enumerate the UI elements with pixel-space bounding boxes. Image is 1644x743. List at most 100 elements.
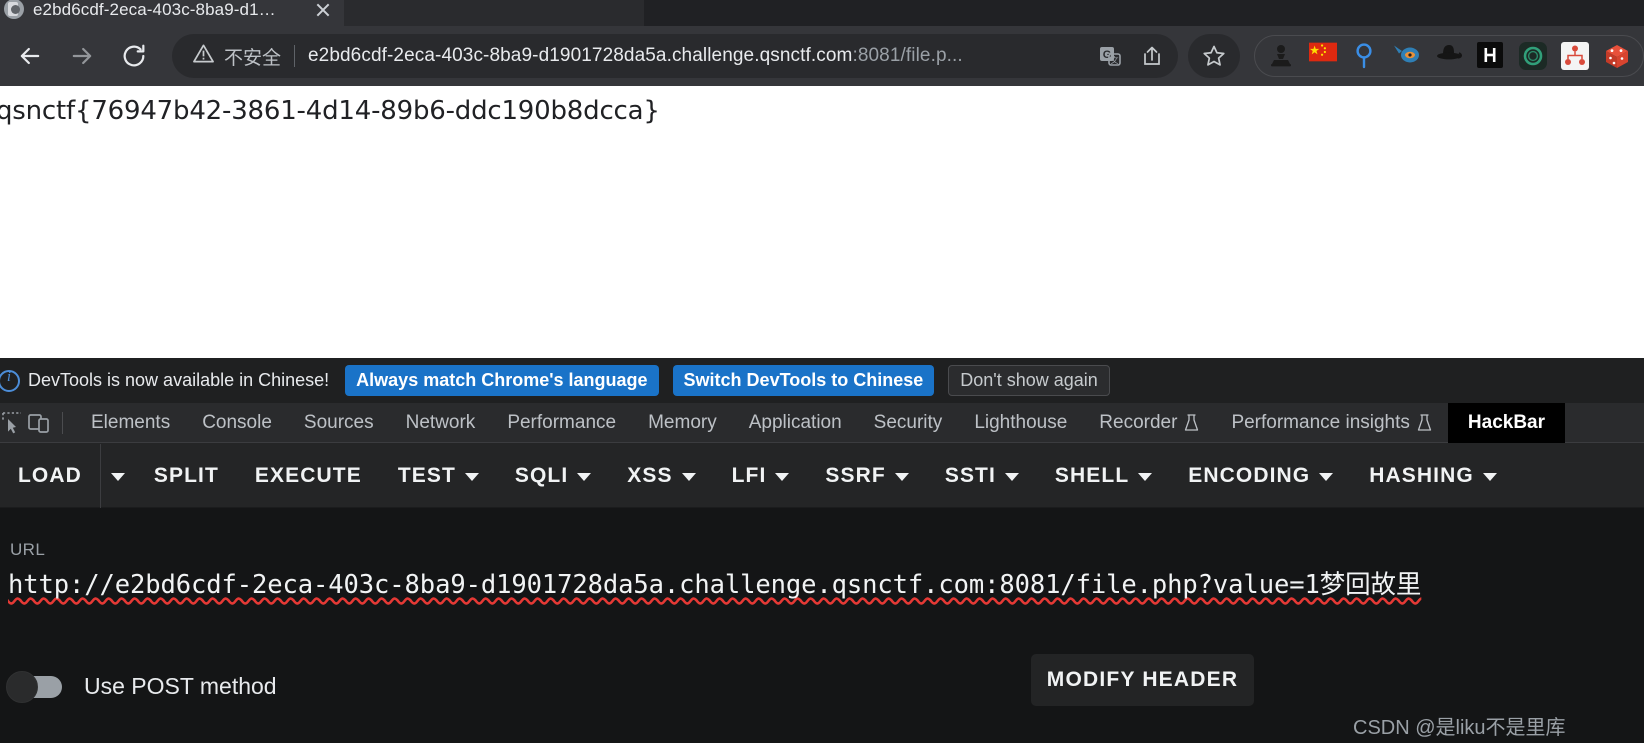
tab-performance-insights[interactable]: Performance insights: [1215, 403, 1447, 443]
black-hat-icon[interactable]: [1435, 42, 1463, 70]
china-flag-icon[interactable]: [1309, 42, 1337, 70]
button-label: HASHING: [1369, 463, 1474, 487]
tab-network[interactable]: Network: [390, 403, 492, 443]
chevron-down-icon: [894, 473, 909, 481]
chevron-down-icon: [1482, 473, 1497, 481]
toggle-knob: [6, 670, 38, 703]
hackbar-execute-button[interactable]: EXECUTE: [237, 444, 380, 508]
hackbar-ssrf-button[interactable]: SSRF: [807, 444, 926, 508]
modify-header-button[interactable]: MODIFY HEADER: [1031, 654, 1254, 706]
tab-label: Application: [748, 411, 842, 433]
green-ring-icon[interactable]: [1519, 42, 1547, 70]
tab-console[interactable]: Console: [186, 403, 288, 443]
info-circle-icon: [0, 369, 20, 392]
chevron-down-icon: [464, 473, 479, 481]
hackbar-hashing-button[interactable]: HASHING: [1351, 444, 1515, 508]
toggle-track[interactable]: [6, 670, 62, 703]
chess-pawn-icon[interactable]: [1267, 42, 1295, 70]
infobar-message: DevTools is now available in Chinese!: [28, 370, 330, 390]
button-label: LFI: [731, 463, 767, 487]
tab-memory[interactable]: Memory: [632, 403, 733, 443]
tab-lighthouse[interactable]: Lighthouse: [958, 403, 1083, 443]
tab-security[interactable]: Security: [858, 403, 959, 443]
devtools-panel: DevTools is now available in Chinese! Al…: [0, 358, 1644, 743]
security-status-label: 不安全: [224, 47, 282, 69]
button-label: SHELL: [1054, 463, 1130, 487]
hackbar-lfi-button[interactable]: LFI: [714, 444, 808, 508]
tab-label: Elements: [91, 411, 171, 433]
hackbar-load-button[interactable]: LOAD: [0, 444, 100, 508]
hackbar-shell-button[interactable]: SHELL: [1037, 444, 1170, 508]
svg-text:文: 文: [1111, 55, 1119, 65]
experiment-flask-icon: [1417, 414, 1432, 431]
switch-devtools-to-chinese-button[interactable]: Switch DevTools to Chinese: [672, 365, 935, 396]
chevron-down-icon: [111, 473, 126, 481]
button-label: XSS: [627, 463, 673, 487]
hackbar-test-button[interactable]: TEST: [380, 444, 497, 508]
close-icon[interactable]: [312, 0, 334, 21]
hackbar-h-icon[interactable]: [1477, 42, 1505, 70]
tab-strip: e2bd6cdf-2eca-403c-8ba9-d1…: [0, 0, 1644, 26]
eye-paddle-icon[interactable]: [1393, 42, 1421, 70]
tab-label: Security: [873, 411, 943, 433]
tab-label: Recorder: [1099, 411, 1178, 433]
dont-show-again-button[interactable]: Don't show again: [948, 365, 1110, 396]
tab-label: HackBar: [1467, 411, 1546, 433]
balloon-pin-icon[interactable]: [1351, 42, 1379, 70]
hackbar-split-button[interactable]: SPLIT: [136, 444, 237, 508]
hackbar-url-panel: URL http://e2bd6cdf-2eca-403c-8ba9-d1901…: [0, 508, 1644, 633]
omnibox-url[interactable]: e2bd6cdf-2eca-403c-8ba9-d1901728da5a.cha…: [308, 45, 1086, 67]
omnibox-url-host: e2bd6cdf-2eca-403c-8ba9-d1901728da5a.cha…: [308, 45, 853, 66]
chevron-down-icon: [577, 473, 592, 481]
hackbar-toolbar: LOAD SPLIT EXECUTE TEST SQLI XSS LFI SSR…: [0, 443, 1644, 508]
watermark-text: CSDN @是liku不是里库: [1353, 717, 1566, 739]
browser-tab-inactive[interactable]: [344, 0, 644, 26]
sitemap-icon[interactable]: [1561, 42, 1589, 70]
translate-icon[interactable]: G 文: [1092, 38, 1128, 74]
always-match-chrome-language-button[interactable]: Always match Chrome's language: [345, 365, 659, 396]
device-toolbar-icon[interactable]: [26, 410, 52, 436]
tab-performance[interactable]: Performance: [491, 403, 632, 443]
tab-label: Console: [202, 411, 272, 433]
tabbar-divider: [62, 411, 63, 434]
bookmark-star-icon[interactable]: [1188, 34, 1240, 78]
inspect-element-icon[interactable]: [0, 410, 26, 436]
tab-hackbar[interactable]: HackBar: [1447, 402, 1566, 443]
omnibox[interactable]: 不安全 e2bd6cdf-2eca-403c-8ba9-d1901728da5a…: [172, 34, 1178, 78]
page-viewport: qsnctf{76947b42-3861-4d14-89b6-ddc190b8d…: [0, 86, 1644, 358]
tab-label: Performance insights: [1231, 411, 1410, 433]
hackbar-bottom-bar: Use POST method MODIFY HEADER CSDN @是lik…: [0, 633, 1644, 743]
button-label: SSTI: [944, 463, 996, 487]
hackbar-load-dropdown-caret[interactable]: [99, 443, 136, 508]
omnibox-divider: [294, 45, 296, 67]
button-label: SQLI: [514, 463, 569, 487]
page-favicon-icon: [4, 0, 24, 19]
tab-recorder[interactable]: Recorder: [1083, 403, 1215, 443]
extension-toolbar: [1254, 35, 1644, 77]
url-input[interactable]: http://e2bd6cdf-2eca-403c-8ba9-d1901728d…: [8, 564, 1638, 601]
use-post-method-label: Use POST method: [84, 673, 277, 699]
button-label: EXECUTE: [254, 463, 362, 487]
use-post-method-toggle[interactable]: Use POST method: [6, 670, 277, 703]
browser-tab-active[interactable]: e2bd6cdf-2eca-403c-8ba9-d1…: [0, 0, 344, 26]
hackbar-ssti-button[interactable]: SSTI: [927, 444, 1037, 508]
tab-elements[interactable]: Elements: [75, 403, 186, 443]
omnibox-url-path: :8081/file.p...: [852, 45, 963, 66]
forward-arrow-icon[interactable]: [60, 34, 104, 78]
back-arrow-icon[interactable]: [8, 34, 52, 78]
tab-title: e2bd6cdf-2eca-403c-8ba9-d1…: [33, 0, 276, 19]
tab-sources[interactable]: Sources: [288, 403, 390, 443]
share-icon[interactable]: [1134, 38, 1170, 74]
chevron-down-icon: [681, 473, 696, 481]
warning-triangle-icon: [192, 42, 215, 70]
hackbar-xss-button[interactable]: XSS: [609, 444, 713, 508]
tab-label: Performance: [507, 411, 617, 433]
button-label: LOAD: [18, 463, 82, 487]
button-label: SPLIT: [153, 463, 219, 487]
hackbar-sqli-button[interactable]: SQLI: [497, 444, 609, 508]
tab-application[interactable]: Application: [733, 403, 858, 443]
red-dice-icon[interactable]: [1603, 42, 1631, 70]
hackbar-encoding-button[interactable]: ENCODING: [1170, 444, 1351, 508]
reload-icon[interactable]: [112, 34, 156, 78]
devtools-language-infobar: DevTools is now available in Chinese! Al…: [0, 358, 1644, 403]
